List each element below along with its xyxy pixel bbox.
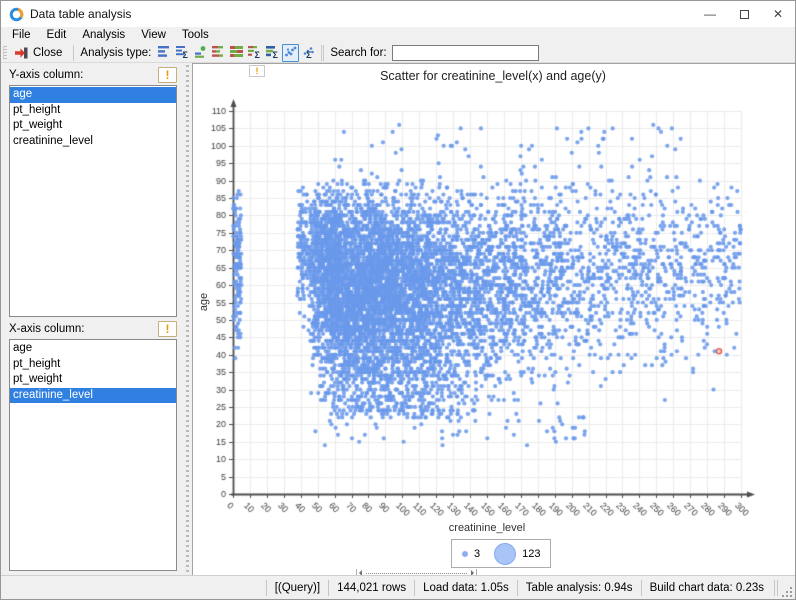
stacked-bar-sum-button[interactable]: Σ bbox=[264, 44, 281, 62]
y-axis-title: age bbox=[198, 277, 210, 327]
grouped-bar-button[interactable] bbox=[210, 44, 227, 62]
y-axis-warning-button[interactable]: ! bbox=[158, 67, 177, 83]
x-axis-item-pt_weight[interactable]: pt_weight bbox=[10, 372, 176, 388]
maximize-icon bbox=[740, 10, 749, 19]
chart-title: Scatter for creatinine_level(x) and age(… bbox=[233, 69, 753, 83]
y-axis-column-list: agept_heightpt_weightcreatinine_level bbox=[9, 85, 177, 317]
svg-text:Σ: Σ bbox=[255, 50, 261, 58]
close-analysis-button[interactable]: Close bbox=[10, 44, 69, 62]
stacked-bar-button[interactable] bbox=[228, 44, 245, 62]
analysis-type-buttons: ΣΣΣΣ bbox=[156, 44, 317, 62]
window-title: Data table analysis bbox=[30, 7, 131, 21]
toolbar-grip[interactable] bbox=[3, 46, 7, 60]
close-window-button[interactable]: ✕ bbox=[761, 1, 795, 27]
x-axis-column-label: X-axis column: bbox=[9, 323, 158, 335]
size-legend: 3 123 bbox=[451, 539, 551, 568]
analysis-type-label: Analysis type: bbox=[80, 47, 151, 59]
status-item: [(Query)] bbox=[266, 580, 328, 596]
search-label: Search for: bbox=[330, 47, 386, 59]
menu-tools[interactable]: Tools bbox=[174, 27, 217, 43]
status-bar: [(Query)]144,021 rowsLoad data: 1.05sTab… bbox=[1, 575, 795, 599]
hbar-sum-button[interactable]: Σ bbox=[174, 44, 191, 62]
scatter-sum-button[interactable]: Σ bbox=[300, 44, 317, 62]
dot-plot-button[interactable] bbox=[192, 44, 209, 62]
search-input[interactable] bbox=[392, 45, 539, 61]
app-window: Data table analysis — ✕ FileEditAnalysis… bbox=[0, 0, 796, 600]
minimize-button[interactable]: — bbox=[693, 1, 727, 27]
hbar-sum-icon: Σ bbox=[176, 45, 189, 61]
status-item: Load data: 1.05s bbox=[414, 580, 517, 596]
status-item: Table analysis: 0.94s bbox=[517, 580, 641, 596]
menu-edit[interactable]: Edit bbox=[39, 27, 75, 43]
scatter-plot-canvas[interactable] bbox=[193, 64, 795, 564]
maximize-button[interactable] bbox=[727, 1, 761, 27]
svg-text:Σ: Σ bbox=[306, 50, 312, 58]
scatter-icon bbox=[284, 45, 297, 61]
x-axis-item-age[interactable]: age bbox=[10, 341, 176, 357]
scatter-button[interactable] bbox=[282, 44, 299, 62]
hbar-chart-icon bbox=[158, 45, 171, 61]
svg-text:Σ: Σ bbox=[183, 50, 189, 58]
grouped-bar-sum-button[interactable]: Σ bbox=[246, 44, 263, 62]
resize-grip-icon[interactable] bbox=[780, 585, 794, 599]
sidebar: Y-axis column: ! agept_heightpt_weightcr… bbox=[1, 63, 184, 575]
y-axis-item-pt_height[interactable]: pt_height bbox=[10, 103, 176, 119]
x-axis-title: creatinine_level bbox=[233, 522, 741, 534]
x-axis-warning-button[interactable]: ! bbox=[158, 321, 177, 337]
app-icon bbox=[9, 7, 24, 22]
y-axis-item-pt_weight[interactable]: pt_weight bbox=[10, 118, 176, 134]
dot-plot-icon bbox=[194, 45, 207, 61]
stacked-bar-sum-icon: Σ bbox=[266, 45, 279, 61]
sidebar-splitter[interactable] bbox=[184, 63, 192, 575]
grouped-bar-sum-icon: Σ bbox=[248, 45, 261, 61]
close-analysis-label: Close bbox=[33, 47, 62, 59]
toolbar: Close Analysis type: Σ Σ Σ Σ Search for: bbox=[1, 43, 795, 63]
hbar-chart-button[interactable] bbox=[156, 44, 173, 62]
grouped-bar-icon bbox=[212, 45, 225, 61]
legend-large-bubble-icon bbox=[494, 543, 516, 565]
y-axis-item-age[interactable]: age bbox=[10, 87, 176, 103]
y-axis-column-label: Y-axis column: bbox=[9, 69, 158, 81]
y-axis-item-creatinine_level[interactable]: creatinine_level bbox=[10, 134, 176, 150]
title-bar: Data table analysis — ✕ bbox=[1, 1, 795, 27]
legend-small-bubble-icon bbox=[462, 551, 468, 557]
x-axis-item-creatinine_level[interactable]: creatinine_level bbox=[10, 388, 176, 404]
stacked-bar-icon bbox=[230, 45, 243, 61]
menu-bar: FileEditAnalysisViewTools bbox=[1, 27, 795, 43]
legend-large-label: 123 bbox=[522, 548, 540, 560]
status-item: 144,021 rows bbox=[328, 580, 414, 596]
status-item: Build chart data: 0.23s bbox=[641, 580, 772, 596]
legend-small-label: 3 bbox=[474, 548, 480, 560]
scatter-sum-icon: Σ bbox=[302, 45, 315, 61]
main-content: Y-axis column: ! agept_heightpt_weightcr… bbox=[1, 63, 795, 575]
chart-panel: ! Scatter for creatinine_level(x) and ag… bbox=[192, 63, 795, 575]
menu-analysis[interactable]: Analysis bbox=[74, 27, 133, 43]
svg-text:Σ: Σ bbox=[273, 50, 279, 58]
exit-icon bbox=[14, 46, 29, 60]
x-axis-item-pt_height[interactable]: pt_height bbox=[10, 357, 176, 373]
x-axis-column-list: agept_heightpt_weightcreatinine_level bbox=[9, 339, 177, 571]
menu-view[interactable]: View bbox=[133, 27, 174, 43]
menu-file[interactable]: File bbox=[4, 27, 39, 43]
